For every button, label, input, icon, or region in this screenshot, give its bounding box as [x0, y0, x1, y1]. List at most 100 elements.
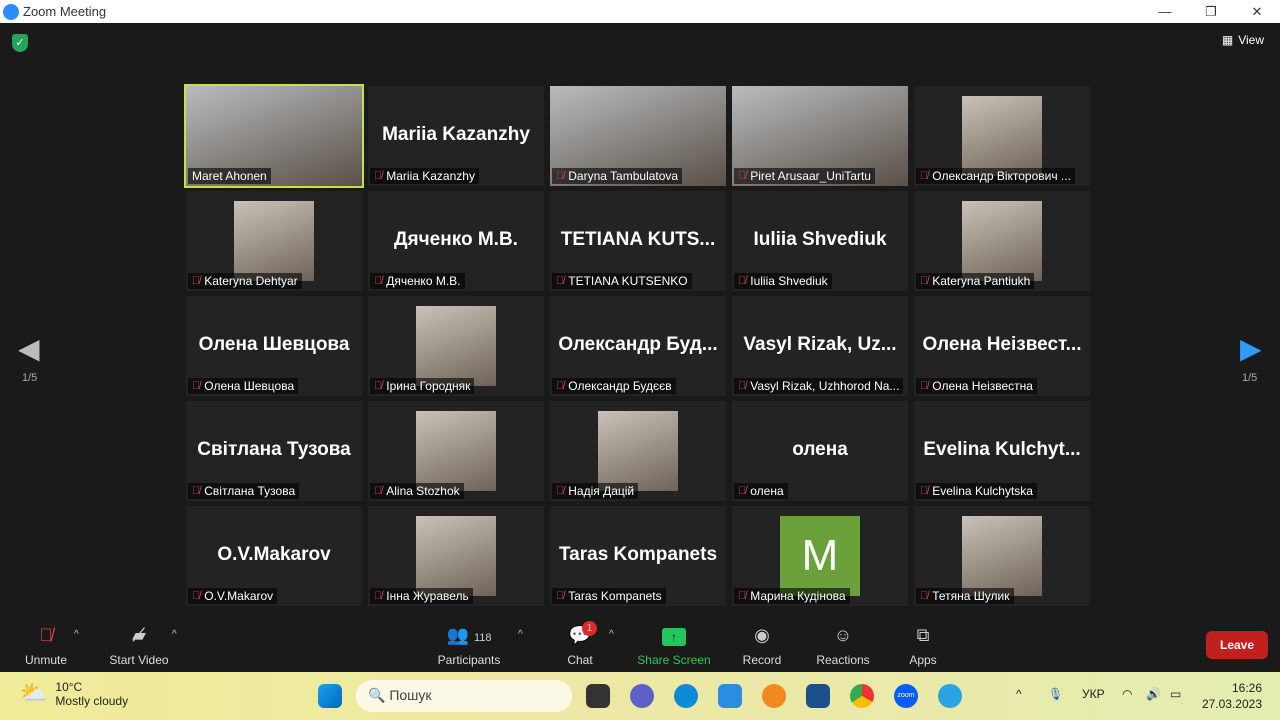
participant-tile[interactable]: 🎙̸ Інна Журавель — [368, 506, 544, 606]
microphone-icon[interactable]: 🎙 — [1048, 687, 1063, 701]
muted-mic-icon: 🎙̸ — [556, 590, 565, 602]
video-options-caret[interactable]: ^ — [172, 629, 177, 640]
participant-tile[interactable]: O.V.Makarov 🎙̸ O.V.Makarov — [186, 506, 362, 606]
participant-tile[interactable]: Taras Kompanets 🎙̸ Taras Kompanets — [550, 506, 726, 606]
show-hidden-icons-caret[interactable]: ^ — [1016, 687, 1022, 701]
participant-name: Maret Ahonen — [192, 169, 267, 183]
participant-photo — [416, 411, 496, 491]
start-video-label: Start Video — [109, 653, 169, 667]
reactions-button[interactable]: ☺ Reactions — [814, 625, 872, 667]
task-view-icon[interactable] — [586, 684, 610, 708]
participant-photo — [598, 411, 678, 491]
participant-tile[interactable]: 🎙̸ Kateryna Pantiukh — [914, 191, 1090, 291]
participant-tile[interactable]: 🎙̸ Alina Stozhok — [368, 401, 544, 501]
minimize-button[interactable]: — — [1142, 0, 1188, 23]
participant-tile[interactable]: Mariia Kazanzhy 🎙̸ Mariia Kazanzhy — [368, 86, 544, 186]
participant-name-label: 🎙̸ Piret Arusaar_UniTartu — [734, 168, 875, 184]
close-button[interactable]: ✕ — [1234, 0, 1280, 23]
apps-button[interactable]: ⧉ Apps — [906, 625, 940, 667]
zoom-logo-icon — [3, 3, 19, 20]
participant-name: Марина Кудінова — [750, 589, 846, 603]
telegram-icon[interactable] — [938, 684, 962, 708]
participant-tile[interactable]: 🎙̸ Олександр Вікторович ... — [914, 86, 1090, 186]
wifi-icon[interactable]: ◠ — [1122, 687, 1132, 701]
reactions-icon: ☺ — [833, 625, 853, 645]
microsoft-store-icon[interactable] — [806, 684, 830, 708]
encryption-shield-icon[interactable]: ✓ — [12, 34, 28, 52]
participant-avatar: M — [780, 516, 860, 596]
weather-description: Mostly cloudy — [55, 694, 129, 708]
participant-tile[interactable]: 🎙̸ Ірина Городняк — [368, 296, 544, 396]
participant-tile[interactable]: Олена Шевцова 🎙̸ Олена Шевцова — [186, 296, 362, 396]
participants-options-caret[interactable]: ^ — [518, 629, 523, 640]
leave-button[interactable]: Leave — [1206, 631, 1268, 659]
chat-label: Chat — [567, 653, 593, 667]
maximize-button[interactable]: ❐ — [1188, 0, 1234, 23]
muted-mic-icon: 🎙̸ — [738, 590, 747, 602]
participant-name-label: Maret Ahonen — [188, 168, 271, 184]
participant-tile[interactable]: Iuliia Shvediuk 🎙̸ Iuliia Shvediuk — [732, 191, 908, 291]
start-video-button[interactable]: ▰̸ Start Video — [106, 625, 172, 667]
muted-mic-icon: 🎙̸ — [738, 380, 747, 392]
volume-icon[interactable]: 🔊 — [1146, 687, 1161, 701]
participant-name-label: 🎙̸ Alina Stozhok — [370, 483, 464, 499]
participant-display-name: Олена Шевцова — [198, 334, 350, 355]
participant-name: Надія Дацій — [568, 484, 635, 498]
record-button[interactable]: ◉ Record — [740, 625, 784, 667]
clock[interactable]: 16:26 27.03.2023 — [1202, 680, 1262, 712]
mail-icon[interactable] — [718, 684, 742, 708]
chat-button[interactable]: 💬 1 Chat — [562, 621, 598, 667]
windows-start-icon[interactable] — [318, 684, 342, 708]
previous-page-arrow-icon[interactable]: ◀ — [18, 332, 40, 365]
participant-tile[interactable]: 🎙̸ Тетяна Шулик — [914, 506, 1090, 606]
participant-tile[interactable]: 🎙̸ Kateryna Dehtyar — [186, 191, 362, 291]
muted-mic-icon: 🎙̸ — [192, 485, 201, 497]
participant-photo — [416, 516, 496, 596]
muted-mic-icon: 🎙̸ — [374, 380, 383, 392]
share-screen-icon: ↑ — [662, 628, 686, 646]
participant-name: Iuliia Shvediuk — [750, 274, 828, 288]
participant-name: Інна Журавель — [386, 589, 469, 603]
record-icon: ◉ — [754, 625, 770, 645]
vpn-shield-icon[interactable] — [762, 684, 786, 708]
participant-name-label: 🎙̸ O.V.Makarov — [188, 588, 278, 604]
unmute-label: Unmute — [24, 653, 68, 667]
edge-browser-icon[interactable] — [674, 684, 698, 708]
participant-tile[interactable]: 🎙̸ Daryna Tambulatova — [550, 86, 726, 186]
search-placeholder: Пошук — [389, 687, 432, 703]
participant-tile[interactable]: 🎙̸ Надія Дацій — [550, 401, 726, 501]
participant-tile[interactable]: Vasyl Rizak, Uz... 🎙̸ Vasyl Rizak, Uzhhoro… — [732, 296, 908, 396]
chat-options-caret[interactable]: ^ — [609, 629, 614, 640]
participant-tile[interactable]: TETIANA KUTS... 🎙̸ TETIANA KUTSENKO — [550, 191, 726, 291]
muted-mic-icon: 🎙̸ — [920, 380, 929, 392]
participant-tile[interactable]: Maret Ahonen — [184, 84, 364, 188]
muted-mic-icon: 🎙̸ — [39, 625, 53, 645]
zoom-taskbar-icon[interactable]: zoom — [894, 684, 918, 708]
participant-tile[interactable]: олена 🎙̸ олена — [732, 401, 908, 501]
teams-chat-icon[interactable] — [630, 684, 654, 708]
participants-button[interactable]: 👥 118 Participants — [436, 625, 502, 667]
participant-name-label: 🎙̸ Олена Неізвестна — [916, 378, 1037, 394]
input-language[interactable]: УКР — [1082, 687, 1105, 701]
unmute-button[interactable]: 🎙̸ Unmute — [22, 625, 70, 667]
battery-icon[interactable]: ▭ — [1170, 687, 1181, 701]
participant-display-name: Світлана Тузова — [197, 439, 351, 460]
view-button[interactable]: ▦ View — [1222, 33, 1264, 47]
next-page-arrow-icon[interactable]: ▶ — [1240, 332, 1262, 365]
audio-options-caret[interactable]: ^ — [74, 629, 79, 640]
participant-name: Taras Kompanets — [568, 589, 662, 603]
grid-icon: ▦ — [1221, 33, 1234, 47]
weather-widget[interactable]: ⛅ 10°C Mostly cloudy — [20, 680, 128, 708]
participant-name-label: 🎙̸ TETIANA KUTSENKO — [552, 273, 692, 289]
participant-tile[interactable]: 🎙̸ Piret Arusaar_UniTartu — [732, 86, 908, 186]
record-label: Record — [742, 653, 782, 667]
participant-tile[interactable]: M 🎙̸ Марина Кудінова — [732, 506, 908, 606]
participant-tile[interactable]: Дяченко М.В. 🎙̸ Дяченко М.В. — [368, 191, 544, 291]
share-screen-button[interactable]: ↑ Share Screen — [636, 625, 712, 667]
participant-tile[interactable]: Олександр Буд... 🎙̸ Олександр Будєєв — [550, 296, 726, 396]
participant-tile[interactable]: Олена Неізвест... 🎙̸ Олена Неізвестна — [914, 296, 1090, 396]
chrome-icon[interactable] — [850, 684, 874, 708]
participant-tile[interactable]: Світлана Тузова 🎙̸ Світлана Тузова — [186, 401, 362, 501]
participant-tile[interactable]: Evelina Kulchyt... 🎙̸ Evelina Kulchytska — [914, 401, 1090, 501]
taskbar-search[interactable]: 🔍 Пошук — [356, 680, 572, 712]
